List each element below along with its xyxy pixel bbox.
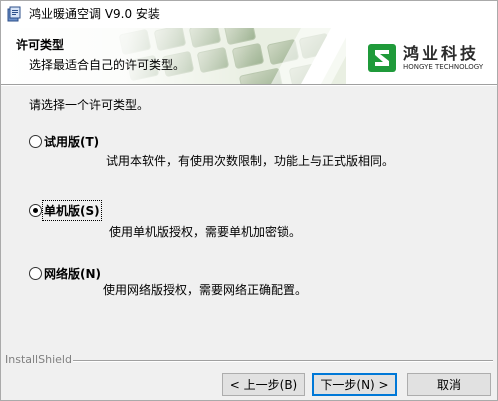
title-bar: 鸿业暖通空调 V9.0 安装 [1,1,497,28]
installer-window: 鸿业暖通空调 V9.0 安装 许可类型 选择最适合自己的许可类型。 鸿业科技 H… [0,0,498,401]
radio-trial[interactable] [29,135,42,148]
header-title: 许可类型 [16,38,65,52]
option-trial-label[interactable]: 试用版(T) [44,133,99,150]
header-banner: 许可类型 选择最适合自己的许可类型。 鸿业科技 HONGYE TECHNOLOG… [1,28,497,84]
hongye-logo: 鸿业科技 HONGYE TECHNOLOGY [367,40,491,76]
logo-english-text: HONGYE TECHNOLOGY [403,62,484,71]
option-trial-description: 试用本软件，有使用次数限制，功能上与正式版相同。 [106,154,395,168]
installer-app-icon [7,6,21,22]
next-button[interactable]: 下一步(N) > [312,373,397,396]
header-subtitle: 选择最适合自己的许可类型。 [29,58,186,72]
option-single[interactable]: 单机版(S) [29,200,102,221]
option-single-label[interactable]: 单机版(S) [42,200,102,221]
option-single-description: 使用单机版授权，需要单机加密锁。 [109,225,302,239]
radio-single[interactable] [29,204,42,217]
back-button[interactable]: < 上一步(B) [222,373,305,396]
cancel-button[interactable]: 取消 [407,373,491,396]
radio-network[interactable] [29,267,42,280]
installshield-brand: InstallShield [5,353,72,366]
option-network-label[interactable]: 网络版(N) [44,265,101,282]
hongye-logo-icon [368,44,396,72]
logo-chinese-text: 鸿业科技 [403,43,480,63]
footer-divider [73,360,493,362]
window-title: 鸿业暖通空调 V9.0 安装 [29,7,160,21]
license-prompt: 请选择一个许可类型。 [29,98,150,112]
option-network-description: 使用网络版授权，需要网络正确配置。 [103,283,308,297]
option-trial[interactable]: 试用版(T) [29,133,99,150]
header-divider [1,84,497,86]
option-network[interactable]: 网络版(N) [29,265,101,282]
